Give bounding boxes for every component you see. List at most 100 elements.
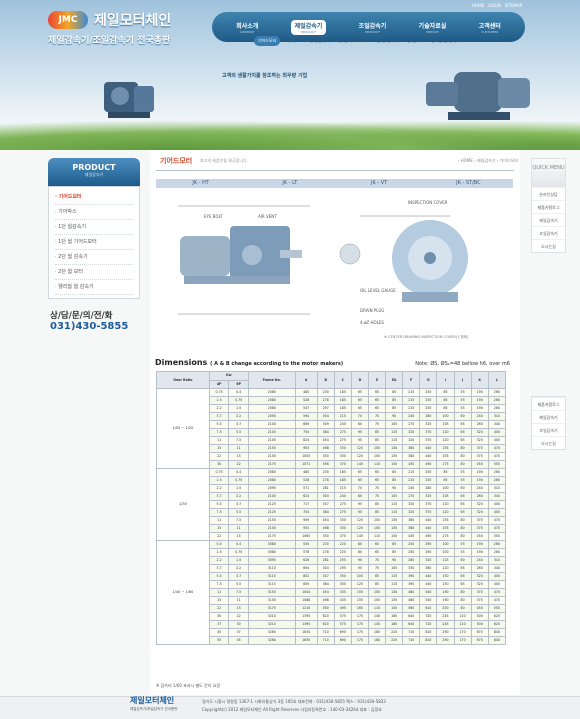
site-logo[interactable]: JMC 제일모터체인	[48, 10, 171, 30]
quick-item-joil[interactable]: 조일감속기	[532, 423, 565, 436]
table-cell: 60	[367, 540, 387, 550]
quick-item-directions[interactable]: 오시는길	[532, 239, 565, 252]
table-cell: 435	[333, 596, 352, 606]
sidebar-item-geared-motor[interactable]: · 기어드모터	[55, 190, 133, 205]
table-cell: 140	[367, 620, 387, 630]
table-cell: 3175	[247, 604, 296, 614]
table-row: 55 45 3260 1630 710 690 170 180 220 710 810 290 170 6…	[157, 636, 507, 646]
table-cell: 3150	[247, 596, 296, 606]
table-cell: 802	[294, 572, 318, 582]
table-cell: 275	[402, 420, 421, 430]
table-cell: 594	[294, 412, 318, 422]
table-cell: 105	[385, 420, 404, 430]
quick-item-directions[interactable]: 오시는길	[532, 436, 565, 449]
nav-customer[interactable]: 고객센터 CUSTOMER	[479, 21, 501, 34]
table-cell: 2100	[247, 492, 296, 502]
table-cell: 440	[419, 524, 438, 534]
table-cell: 3.7	[228, 572, 249, 582]
table-cell: 380	[402, 516, 421, 526]
table-cell: 5.5	[208, 420, 230, 430]
table-cell: 11	[208, 588, 230, 598]
table-cell: 953	[294, 444, 318, 454]
col-header: D	[350, 370, 369, 390]
table-cell: 470	[487, 516, 507, 526]
table-cell: 65	[453, 492, 472, 502]
table-cell: 275	[333, 500, 352, 510]
table-cell: 909	[294, 516, 318, 526]
table-cell: 624	[294, 492, 318, 502]
table-cell: 281	[316, 484, 335, 494]
subnav-worm-1[interactable]: 1단 웜감속기	[305, 37, 331, 45]
quick-item-catalog[interactable]: 제품카탈로그	[532, 397, 565, 410]
sidebar-item-worm-gm-1[interactable]: · 1단 웜 기어드모터	[55, 235, 133, 250]
table-cell: 185	[333, 476, 352, 486]
sidebar-item-gearbox[interactable]: · 기어박스	[55, 205, 133, 220]
util-login-link[interactable]: LOGIN	[488, 3, 501, 8]
table-cell: 170	[350, 612, 369, 622]
table-cell: 754	[294, 428, 318, 438]
table-cell: 190	[470, 468, 489, 478]
table-cell: 350	[333, 572, 352, 582]
col-header: C	[333, 370, 352, 390]
table-cell: 325	[419, 492, 438, 502]
table-cell: 1044	[294, 588, 318, 598]
quick-item-online-consult[interactable]: 온라인상담	[532, 187, 565, 200]
sub-nav: 기어드모터 기어박스 1단 웜감속기 1단 웜 기어드모터 2단 웜 감속기 2…	[254, 36, 462, 46]
table-cell: 80	[350, 540, 369, 550]
table-cell: 215	[402, 396, 421, 406]
table-cell: 240	[333, 420, 352, 430]
nav-service[interactable]: 기술자료실 SERVICE	[419, 21, 447, 34]
sidebar-item-worm-1[interactable]: · 1단 웜감속기	[55, 220, 133, 235]
subnav-geared-motor[interactable]: 기어드모터	[254, 36, 281, 46]
table-row: 37 30 3210 1395 620 575 170 140 180 640 720 245 120 5…	[157, 620, 507, 630]
table-cell: 384	[316, 508, 335, 518]
subnav-gearbox[interactable]: 기어박스	[283, 37, 302, 45]
table-row: 11 7.5 3150 1044 454 435 155 100 130 480 540 190 80 3…	[157, 588, 507, 598]
table-cell: 330	[333, 444, 352, 454]
table-cell: 3.7	[228, 500, 249, 510]
subnav-welly-worm[interactable]: 웰리웜 웜 감속기	[430, 37, 462, 45]
table-row: 2.2 1.5 3095 626 281 255 90 70 90 285 320 115 60 240 3…	[157, 556, 507, 566]
quick-item-catalog[interactable]: 제품카탈로그	[532, 200, 565, 213]
table-cell: 330	[333, 524, 352, 534]
table-cell: 440	[419, 516, 438, 526]
table-cell: 290	[436, 636, 455, 646]
table-cell: 320	[402, 508, 421, 518]
sidebar-item-worm-motor-2[interactable]: · 2단 웜 모터	[55, 265, 133, 280]
table-cell: 7.5	[208, 580, 230, 590]
table-cell: 170	[453, 628, 472, 638]
table-cell: 85	[385, 548, 404, 558]
table-row: 3.7 2.2 3110 694 304 295 95 75 105 330 380 120 65 260…	[157, 564, 507, 574]
table-cell: 115	[385, 500, 404, 510]
util-home-link[interactable]: HOME	[472, 3, 484, 8]
table-cell: 384	[316, 580, 335, 590]
table-cell: 470	[487, 596, 507, 606]
nav-product-jeil[interactable]: 제일감속기 PRODUCT	[290, 19, 327, 35]
table-cell: 170	[350, 628, 369, 638]
table-cell: 290	[436, 628, 455, 638]
nav-product-joil[interactable]: 조일감속기 PRODUCT	[359, 21, 387, 34]
nav-company[interactable]: 회사소개 COMPANY	[236, 21, 258, 34]
table-cell: 90	[385, 556, 404, 566]
sidebar-item-welly-worm[interactable]: · 웰리웜 웜 감속기	[55, 280, 133, 295]
table-cell: 65	[350, 468, 369, 478]
table-cell: 720	[419, 612, 438, 622]
quick-item-jeil[interactable]: 제일감속기	[532, 410, 565, 423]
table-cell: 85	[367, 572, 387, 582]
table-cell: 556	[316, 460, 335, 470]
subnav-worm-motor-2[interactable]: 2단 웜 모터	[403, 37, 427, 45]
table-cell: 100	[436, 540, 455, 550]
util-sitemap-link[interactable]: SITEMAP	[505, 3, 522, 8]
quick-item-joil[interactable]: 조일감속기	[532, 226, 565, 239]
table-cell: 65	[367, 404, 387, 414]
subnav-worm-2[interactable]: 2단 웜 감속기	[372, 37, 400, 45]
footer-logo[interactable]: 제일모터체인	[130, 695, 174, 706]
table-cell: 75	[367, 420, 387, 430]
quick-item-jeil[interactable]: 제일감속기	[532, 213, 565, 226]
table-cell: 7.5	[208, 508, 230, 518]
sidebar-item-worm-2[interactable]: · 2단 웜 감속기	[55, 250, 133, 265]
table-cell: 320	[470, 500, 489, 510]
table-cell: 55	[453, 476, 472, 486]
subnav-worm-gm-1[interactable]: 1단 웜 기어드모터	[334, 37, 369, 45]
table-cell: 80	[453, 596, 472, 606]
